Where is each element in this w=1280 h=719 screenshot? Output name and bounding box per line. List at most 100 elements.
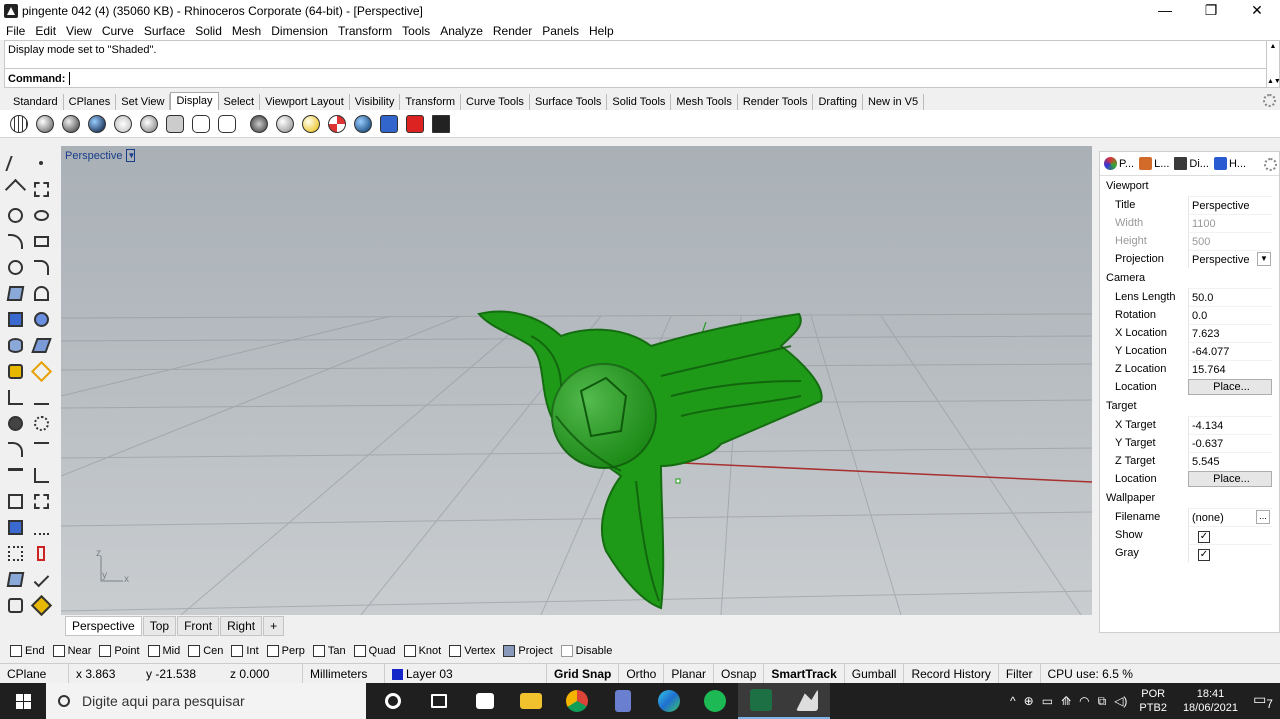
solid-box-icon[interactable]: [4, 516, 26, 538]
osnap-project[interactable]: Project: [503, 645, 553, 657]
menu-file[interactable]: File: [6, 24, 25, 38]
network-icon[interactable]: ⟰: [1061, 694, 1071, 708]
tab-viewport-layout[interactable]: Viewport Layout: [260, 94, 350, 110]
tab-select[interactable]: Select: [219, 94, 261, 110]
projection-select[interactable]: Perspective ▼: [1188, 250, 1272, 268]
x-location-field[interactable]: 7.623: [1188, 324, 1272, 342]
menu-edit[interactable]: Edit: [35, 24, 56, 38]
split-icon[interactable]: [30, 386, 52, 408]
grid-icon[interactable]: [30, 516, 52, 538]
osnap-end[interactable]: End: [10, 645, 45, 657]
y-location-field[interactable]: -64.077: [1188, 342, 1272, 360]
osnap-cen[interactable]: Cen: [188, 645, 223, 657]
analyze-icon[interactable]: [4, 568, 26, 590]
camera-place-button[interactable]: Place...: [1188, 379, 1272, 395]
arc-icon[interactable]: [4, 230, 26, 252]
grid-array-icon[interactable]: [4, 542, 26, 564]
revolve-icon[interactable]: [30, 282, 52, 304]
isocurve-icon[interactable]: [352, 113, 374, 135]
tab-display[interactable]: Display: [170, 92, 219, 110]
tab-surface-tools[interactable]: Surface Tools: [530, 94, 608, 110]
planar-toggle[interactable]: Planar: [664, 663, 715, 684]
clock[interactable]: 18:41 18/06/2021: [1183, 687, 1238, 715]
spotify-app[interactable]: [692, 683, 738, 719]
tab-curve-tools[interactable]: Curve Tools: [461, 94, 530, 110]
osnap-tan[interactable]: Tan: [312, 645, 346, 657]
chevron-down-icon[interactable]: ▼: [1257, 252, 1271, 266]
block-icon[interactable]: [4, 490, 26, 512]
edit-points-icon[interactable]: [30, 360, 52, 382]
section-icon[interactable]: [326, 113, 348, 135]
xray-mode-icon[interactable]: [138, 113, 160, 135]
units-status[interactable]: Millimeters: [303, 663, 385, 684]
rectangle-icon[interactable]: [30, 230, 52, 252]
box-icon[interactable]: [4, 308, 26, 330]
trim-icon[interactable]: [4, 386, 26, 408]
shaded-mode-icon[interactable]: [34, 113, 56, 135]
gray-checkbox[interactable]: ✓: [1198, 549, 1210, 561]
display-options-icon[interactable]: [248, 113, 270, 135]
artistic-mode-icon[interactable]: [190, 113, 212, 135]
filename-field[interactable]: (none)...: [1188, 508, 1272, 526]
light-icon[interactable]: [300, 113, 322, 135]
display-tray-icon[interactable]: ⧉: [1098, 694, 1107, 709]
point-icon[interactable]: [30, 152, 52, 174]
tab-new-in-v5[interactable]: New in V5: [863, 94, 925, 110]
wifi-icon[interactable]: ◠: [1079, 694, 1089, 708]
menu-transform[interactable]: Transform: [338, 24, 392, 38]
hide-icon[interactable]: [404, 113, 426, 135]
restore-button[interactable]: ❐: [1188, 0, 1234, 22]
fillet-curve-icon[interactable]: [30, 256, 52, 278]
show-checkbox[interactable]: ✓: [1198, 531, 1210, 543]
dimension-icon[interactable]: [30, 464, 52, 486]
menu-analyze[interactable]: Analyze: [440, 24, 483, 38]
sphere-icon[interactable]: [30, 308, 52, 330]
snap-icon[interactable]: [30, 542, 52, 564]
blend-icon[interactable]: [30, 438, 52, 460]
viewport-tab-top[interactable]: Top: [142, 616, 177, 636]
tab-drafting[interactable]: Drafting: [813, 94, 863, 110]
zebra-icon[interactable]: [378, 113, 400, 135]
volume-icon[interactable]: ◁): [1114, 694, 1127, 708]
material-icon[interactable]: [30, 594, 52, 616]
osnap-perp[interactable]: Perp: [266, 645, 305, 657]
cplane-status[interactable]: CPlane: [0, 663, 69, 684]
osnap-quad[interactable]: Quad: [353, 645, 396, 657]
array-icon[interactable]: [30, 412, 52, 434]
minimize-button[interactable]: —: [1142, 0, 1188, 22]
tab-mesh-tools[interactable]: Mesh Tools: [671, 94, 738, 110]
group-icon[interactable]: [4, 412, 26, 434]
panel-tab-help[interactable]: H...: [1213, 157, 1246, 170]
menu-surface[interactable]: Surface: [144, 24, 185, 38]
tab-standard[interactable]: Standard: [8, 94, 64, 110]
pen-mode-icon[interactable]: [216, 113, 238, 135]
y-target-field[interactable]: -0.637: [1188, 434, 1272, 452]
x-target-field[interactable]: -4.134: [1188, 416, 1272, 434]
tab-solid-tools[interactable]: Solid Tools: [607, 94, 672, 110]
tab-transform[interactable]: Transform: [400, 94, 462, 110]
battery-icon[interactable]: ▭: [1042, 694, 1053, 708]
rendered-blue-icon[interactable]: [86, 113, 108, 135]
text-icon[interactable]: [4, 464, 26, 486]
filter-toggle[interactable]: Filter: [999, 663, 1041, 684]
close-button[interactable]: ✕: [1234, 0, 1280, 22]
osnap-vertex[interactable]: Vertex: [449, 645, 495, 657]
notifications-button[interactable]: ▭7: [1246, 691, 1280, 711]
tab-render-tools[interactable]: Render Tools: [738, 94, 814, 110]
toolbar-gear-icon[interactable]: [1263, 94, 1276, 107]
menu-view[interactable]: View: [66, 24, 92, 38]
ellipse-icon[interactable]: [30, 204, 52, 226]
polygon-icon[interactable]: [4, 256, 26, 278]
technical-mode-icon[interactable]: [164, 113, 186, 135]
ortho-toggle[interactable]: Ortho: [619, 663, 665, 684]
rendered-mode-icon[interactable]: [60, 113, 82, 135]
scroll-up-icon[interactable]: ▲: [1267, 41, 1279, 52]
viewport-tab-right[interactable]: Right: [220, 616, 263, 636]
calculator-app[interactable]: [600, 683, 646, 719]
menu-solid[interactable]: Solid: [195, 24, 222, 38]
task-view-button[interactable]: [416, 683, 462, 719]
viewport-title[interactable]: Perspective ▼: [65, 148, 136, 163]
file-explorer-app[interactable]: [508, 683, 554, 719]
z-location-field[interactable]: 15.764: [1188, 360, 1272, 378]
panel-tab-layers[interactable]: L...: [1139, 157, 1169, 170]
